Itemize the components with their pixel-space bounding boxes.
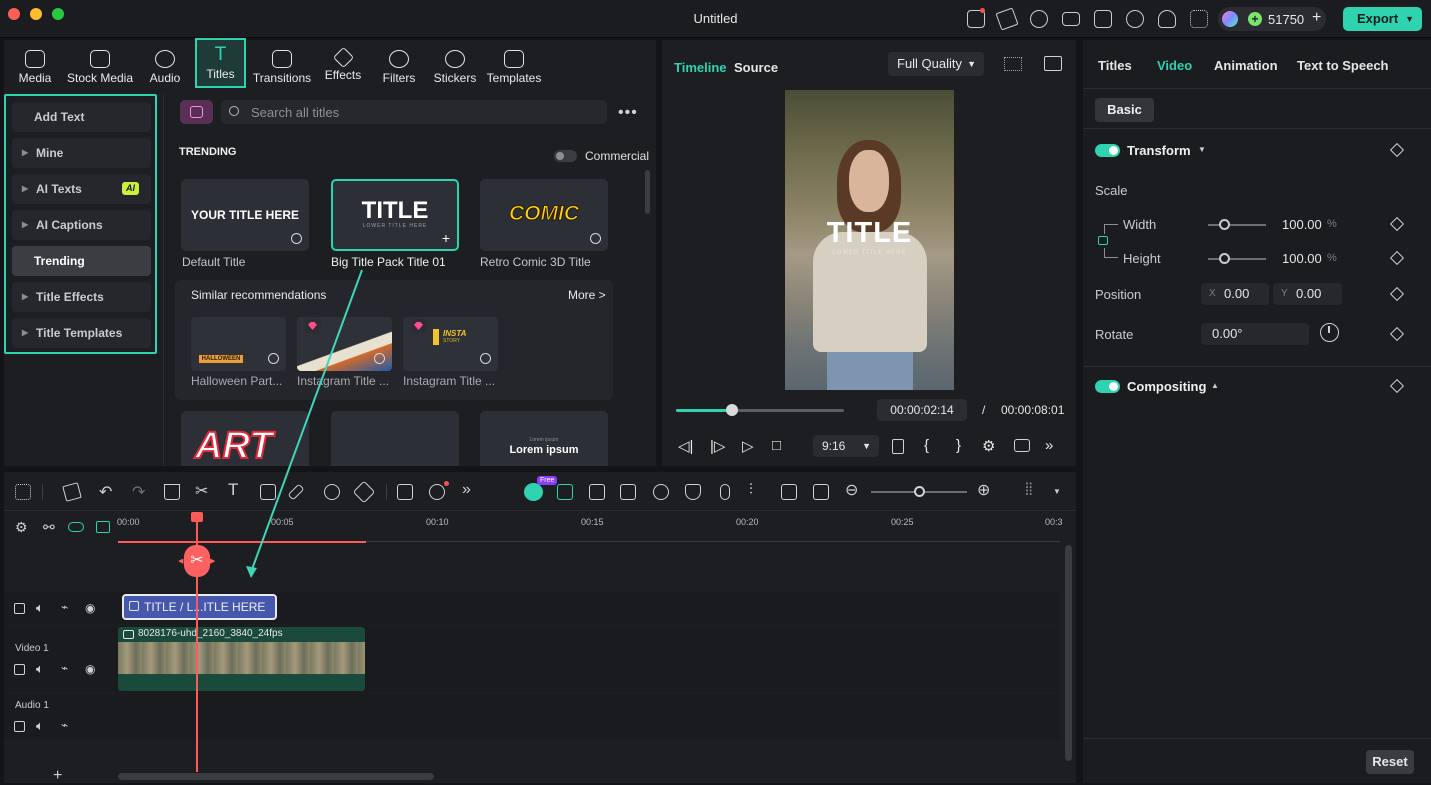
arrow-right-icon: ▶ bbox=[210, 558, 216, 565]
timeline-vertical-scrollbar[interactable] bbox=[1065, 545, 1072, 761]
arrow-left-icon: ◀ bbox=[178, 558, 184, 565]
add-track-button[interactable]: + bbox=[53, 767, 62, 785]
scissors-icon: ✂ bbox=[190, 552, 204, 569]
split-at-playhead-button[interactable]: ✂ bbox=[184, 545, 210, 577]
playhead-handle[interactable] bbox=[191, 512, 203, 522]
drag-arrow-annotation bbox=[246, 269, 363, 578]
timeline-horizontal-scrollbar[interactable] bbox=[118, 773, 434, 780]
